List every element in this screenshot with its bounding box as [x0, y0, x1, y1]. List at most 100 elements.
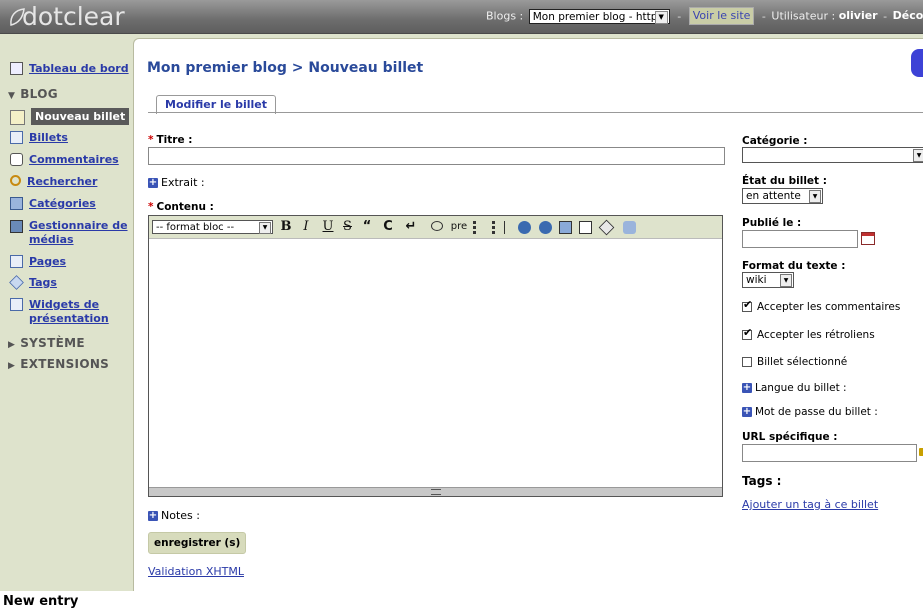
- blockquote-icon[interactable]: [431, 221, 443, 231]
- required-mark: *: [148, 201, 154, 213]
- section-extensions[interactable]: ▶ EXTENSIONS: [8, 357, 109, 371]
- triangle-down-icon: ▼: [8, 91, 16, 101]
- sidebar-item-categories[interactable]: Catégories: [10, 197, 96, 211]
- status-select[interactable]: en attente ▼: [742, 188, 823, 204]
- link-icon[interactable]: [518, 221, 531, 234]
- view-site-link[interactable]: Voir le site: [688, 7, 755, 25]
- sidebar-item-label[interactable]: Gestionnaire de médias: [29, 219, 128, 247]
- page-icon: [10, 255, 23, 268]
- magnifier-icon: [10, 175, 21, 186]
- plus-icon: +: [742, 382, 752, 393]
- sidebar-item-label[interactable]: Pages: [29, 255, 66, 269]
- editor-toolbar: -- format bloc -- ▼ B I U S “ C ↵ pre: [149, 216, 722, 239]
- xhtml-validation-link[interactable]: Validation XHTML: [148, 565, 244, 578]
- strike-button[interactable]: S: [342, 219, 353, 235]
- media-icon[interactable]: [579, 221, 592, 234]
- selected-entry-label: Billet sélectionné: [757, 356, 848, 368]
- sidebar-item-label[interactable]: Billets: [29, 131, 68, 145]
- editor-resize-handle[interactable]: [149, 487, 722, 496]
- title-label-text: Titre :: [156, 134, 193, 146]
- add-tag-link[interactable]: Ajouter un tag à ce billet: [742, 498, 878, 511]
- logout-link[interactable]: Déconnexion: [893, 9, 923, 22]
- language-toggle[interactable]: + Langue du billet :: [742, 382, 847, 394]
- dotclear-logo[interactable]: dotclear: [6, 2, 126, 31]
- url-label: URL spécifique :: [742, 431, 838, 443]
- sidebar-item-label[interactable]: Catégories: [29, 197, 96, 211]
- allow-comments-checkbox[interactable]: Accepter les commentaires: [742, 298, 901, 313]
- title-input[interactable]: [148, 147, 725, 165]
- excerpt-toggle[interactable]: + Extrait :: [148, 176, 205, 189]
- url-input[interactable]: [742, 444, 917, 462]
- published-date-input[interactable]: [742, 230, 858, 248]
- sidebar-item-dashboard[interactable]: Tableau de bord: [10, 62, 129, 76]
- checkbox-checked[interactable]: [742, 326, 752, 340]
- widgets-icon: [10, 298, 23, 311]
- notes-toggle[interactable]: + Notes :: [148, 509, 200, 522]
- sidebar-item-label: Nouveau billet: [31, 108, 130, 125]
- ordered-list-icon[interactable]: [492, 221, 505, 234]
- sidebar-item-label[interactable]: Tags: [29, 276, 57, 290]
- category-select[interactable]: ▼: [742, 147, 923, 163]
- sidebar-item-comments[interactable]: Commentaires: [10, 153, 119, 167]
- block-format-select[interactable]: -- format bloc -- ▼: [152, 220, 273, 234]
- sidebar-item-tags[interactable]: Tags: [9, 275, 57, 290]
- triangle-right-icon: ▶: [8, 340, 16, 350]
- excerpt-label: Extrait :: [161, 176, 205, 189]
- password-toggle[interactable]: + Mot de passe du billet :: [742, 406, 878, 418]
- save-button[interactable]: enregistrer (s): [148, 532, 247, 554]
- sidebar-item-label[interactable]: Tableau de bord: [29, 62, 129, 76]
- sidebar-item-label[interactable]: Commentaires: [29, 153, 119, 167]
- password-label: Mot de passe du billet :: [755, 406, 878, 418]
- plus-icon: +: [148, 177, 158, 188]
- pre-button[interactable]: pre: [450, 219, 468, 235]
- external-link-icon[interactable]: [539, 221, 552, 234]
- quote-button[interactable]: “: [361, 219, 373, 235]
- section-label: BLOG: [20, 87, 58, 101]
- tab-divider: [148, 112, 923, 113]
- section-label: EXTENSIONS: [20, 357, 110, 371]
- content-editor[interactable]: -- format bloc -- ▼ B I U S “ C ↵ pre: [148, 215, 723, 497]
- tag-add-icon[interactable]: [623, 221, 636, 234]
- checkbox-checked[interactable]: [742, 298, 752, 312]
- allow-trackbacks-label: Accepter les rétroliens: [757, 329, 875, 341]
- allow-trackbacks-checkbox[interactable]: Accepter les rétroliens: [742, 326, 875, 341]
- browser-frame: dotclear Blogs : Mon premier blog - http…: [0, 0, 923, 591]
- line-break-button[interactable]: ↵: [405, 219, 417, 235]
- chevron-down-icon: ▼: [913, 149, 923, 162]
- section-system[interactable]: ▶ SYSTÈME: [8, 336, 85, 350]
- category-label: Catégorie :: [742, 135, 808, 147]
- user-label: Utilisateur :: [771, 9, 836, 23]
- sidebar-item-label[interactable]: Rechercher: [27, 175, 97, 189]
- checkbox-unchecked[interactable]: [742, 357, 752, 367]
- help-button[interactable]: [911, 49, 923, 77]
- sidebar-item-new-entry[interactable]: Nouveau billet: [10, 108, 130, 125]
- code-button[interactable]: C: [382, 219, 394, 235]
- eraser-icon[interactable]: [598, 219, 615, 236]
- blog-select[interactable]: Mon premier blog - http:/▼: [528, 8, 670, 24]
- image-icon[interactable]: [559, 221, 572, 234]
- selected-entry-checkbox[interactable]: Billet sélectionné: [742, 356, 847, 368]
- sidebar-item-widgets[interactable]: Widgets de présentation: [10, 298, 122, 326]
- block-format-value: -- format bloc --: [156, 222, 235, 233]
- sidebar-item-media[interactable]: Gestionnaire de médias: [10, 219, 128, 247]
- allow-comments-label: Accepter les commentaires: [757, 301, 901, 313]
- chevron-down-icon: ▼: [654, 10, 668, 24]
- text-format-select[interactable]: wiki ▼: [742, 272, 794, 288]
- lock-icon[interactable]: [919, 448, 923, 456]
- page-title: Mon premier blog > Nouveau billet: [147, 60, 424, 76]
- unordered-list-icon[interactable]: [473, 221, 486, 234]
- published-label: Publié le :: [742, 217, 802, 229]
- section-blog[interactable]: ▼ BLOG: [8, 87, 58, 101]
- bold-button[interactable]: B: [280, 219, 292, 235]
- title-label: * Titre :: [148, 134, 192, 146]
- italic-button[interactable]: I: [301, 219, 311, 235]
- sidebar-item-search[interactable]: Rechercher: [10, 175, 97, 189]
- underline-button[interactable]: U: [322, 219, 334, 235]
- calendar-icon[interactable]: [861, 232, 875, 245]
- sidebar-item-label[interactable]: Widgets de présentation: [29, 298, 122, 326]
- sidebar-item-entries[interactable]: Billets: [10, 131, 68, 145]
- media-icon: [10, 220, 23, 233]
- sidebar-item-pages[interactable]: Pages: [10, 255, 66, 269]
- calendar-header: [862, 233, 874, 236]
- separator: -: [883, 9, 888, 23]
